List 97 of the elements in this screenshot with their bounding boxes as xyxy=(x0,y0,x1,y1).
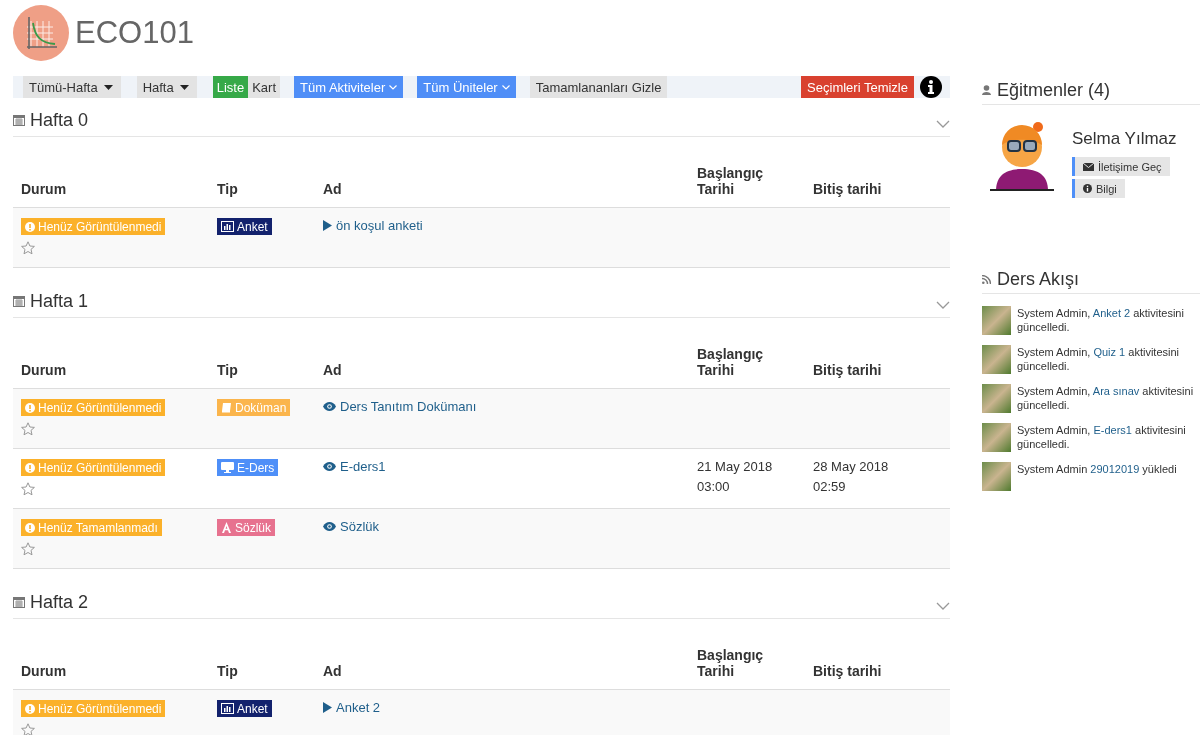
photo-placeholder xyxy=(982,423,1011,452)
info-icon xyxy=(25,703,35,714)
week-range-dropdown[interactable]: Tümü-Hafta xyxy=(23,76,121,98)
activity-link[interactable]: E-ders1 xyxy=(323,459,386,474)
info-icon xyxy=(25,221,35,232)
info-icon xyxy=(1083,184,1092,193)
activity-link[interactable]: Anket 2 xyxy=(323,700,381,715)
start-date: 21 May 2018 03:00 xyxy=(697,458,774,496)
photo-placeholder xyxy=(982,462,1011,491)
activity-link[interactable]: Quiz 1 xyxy=(1093,346,1126,358)
star-icon[interactable] xyxy=(21,542,35,556)
column-header: Başlangıç Tarihi xyxy=(696,647,765,681)
status-badge: Henüz Görüntülenmedi xyxy=(21,700,166,717)
end-date: 28 May 2018 02:59 xyxy=(813,458,890,496)
caret-icon xyxy=(103,84,113,90)
rss-icon xyxy=(982,274,991,284)
column-header: Ad xyxy=(322,663,343,681)
column-header: Ad xyxy=(322,362,343,380)
panel-title: Eğitmenler (4) xyxy=(997,79,1111,101)
column-header: Tip xyxy=(216,663,239,681)
eye-icon xyxy=(323,522,336,531)
info-icon xyxy=(25,462,35,473)
chevron-icon xyxy=(389,84,398,90)
type-badge: E-Ders xyxy=(217,459,279,476)
chart-logo xyxy=(13,5,69,61)
photo-placeholder xyxy=(982,306,1011,335)
column-header: Durum xyxy=(20,362,68,380)
column-header: Tip xyxy=(216,362,239,380)
view-toggle[interactable]: Kart xyxy=(248,76,281,98)
period-dropdown[interactable]: Hafta xyxy=(136,76,197,98)
star-icon[interactable] xyxy=(21,241,35,255)
type-badge: Anket xyxy=(217,700,272,717)
week-title: Hafta 1 xyxy=(30,290,90,312)
status-badge: Henüz Görüntülenmedi xyxy=(21,218,166,235)
column-header: Tip xyxy=(216,181,239,199)
star-icon[interactable] xyxy=(21,422,35,436)
activity-link[interactable]: 29012019 xyxy=(1090,463,1140,475)
caret-icon xyxy=(179,84,189,90)
activity-link[interactable]: Ara sınav xyxy=(1092,385,1140,397)
envelope-icon xyxy=(1083,162,1094,171)
column-header: Durum xyxy=(20,663,68,681)
column-header: Durum xyxy=(20,181,68,199)
instructor-name: Selma Yılmaz xyxy=(1072,129,1177,149)
chevron-icon[interactable] xyxy=(936,120,950,128)
star-icon[interactable] xyxy=(21,723,35,735)
column-header: Başlangıç Tarihi xyxy=(696,165,765,199)
calendar-icon xyxy=(13,596,25,608)
column-header: Bitiş tarihi xyxy=(812,663,883,681)
column-header: Ad xyxy=(322,181,343,199)
course-title: ECO101 xyxy=(75,15,194,51)
play-icon xyxy=(323,220,332,231)
photo-placeholder xyxy=(982,345,1011,374)
chevron-icon[interactable] xyxy=(936,602,950,610)
hide-completed-button[interactable]: Tamamlananları Gizle xyxy=(529,76,668,98)
book-icon xyxy=(221,402,232,413)
info-icon[interactable] xyxy=(920,76,942,98)
activity-link[interactable]: E-ders1 xyxy=(1093,424,1132,436)
status-badge: Henüz Görüntülenmedi xyxy=(21,399,166,416)
user-icon xyxy=(982,85,991,95)
type-badge: Sözlük xyxy=(217,519,276,536)
column-header: Başlangıç Tarihi xyxy=(696,346,765,380)
calendar-icon xyxy=(13,295,25,307)
week-title: Hafta 0 xyxy=(30,109,90,131)
star-icon[interactable] xyxy=(21,482,35,496)
bar-chart-icon xyxy=(221,221,234,232)
week-title: Hafta 2 xyxy=(30,591,90,613)
activity-link[interactable]: Anket 2 xyxy=(1092,307,1131,319)
info-icon xyxy=(25,402,35,413)
info-button[interactable]: Bilgi xyxy=(1072,179,1125,198)
bar-chart-icon xyxy=(221,703,234,714)
play-icon xyxy=(323,702,332,713)
feed-entry: System Admin 29012019 yükledi xyxy=(1017,462,1177,477)
type-badge: Anket xyxy=(217,218,272,235)
letter-a-icon xyxy=(221,522,232,533)
clear-selections-button[interactable]: Seçimleri Temizle xyxy=(801,76,914,98)
column-header: Bitiş tarihi xyxy=(812,181,883,199)
activity-link[interactable]: Sözlük xyxy=(323,519,380,534)
contact-button[interactable]: İletişime Geç xyxy=(1072,157,1170,176)
photo-placeholder xyxy=(982,384,1011,413)
chevron-icon[interactable] xyxy=(936,301,950,309)
column-header: Bitiş tarihi xyxy=(812,362,883,380)
activity-link[interactable]: Ders Tanıtım Dokümanı xyxy=(323,399,477,414)
monitor-icon xyxy=(221,462,234,473)
activity-link[interactable]: ön koşul anketi xyxy=(323,218,423,233)
panel-title: Ders Akışı xyxy=(997,268,1080,290)
feed-entry: System Admin, Quiz 1 aktivitesini güncelledi. xyxy=(1017,345,1180,374)
type-badge: Doküman xyxy=(217,399,291,416)
eye-icon xyxy=(323,462,336,471)
feed-entry: System Admin, Anket 2 aktivitesini güncelledi. xyxy=(1017,306,1185,335)
status-badge: Henüz Tamamlanmadı xyxy=(21,519,162,536)
feed-entry: System Admin, Ara sınav aktivitesini güncelledi. xyxy=(1017,384,1195,413)
status-badge: Henüz Görüntülenmedi xyxy=(21,459,166,476)
chevron-icon xyxy=(501,84,510,90)
eye-icon xyxy=(323,402,336,411)
calendar-icon xyxy=(13,114,25,126)
info-icon xyxy=(25,522,35,533)
feed-entry: System Admin, E-ders1 aktivitesini güncelledi. xyxy=(1017,423,1187,452)
